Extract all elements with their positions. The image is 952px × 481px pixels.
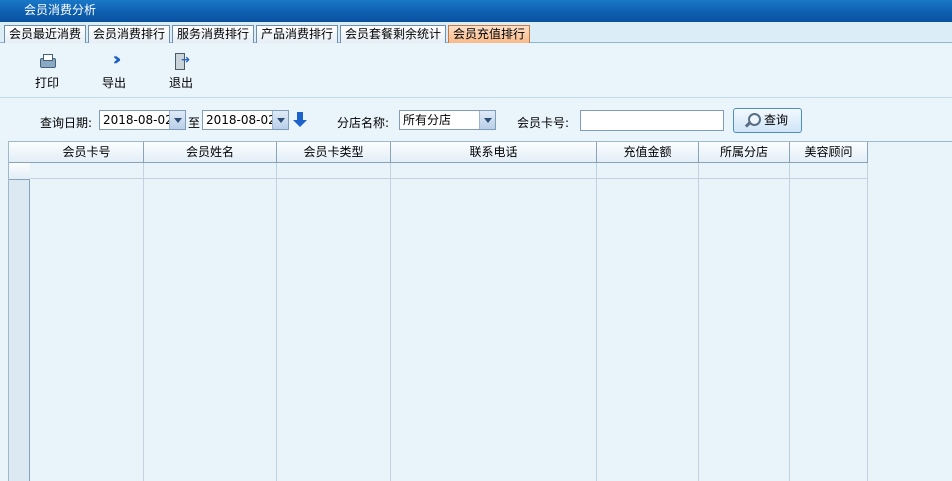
tab-product-ranking[interactable]: 产品消费排行 xyxy=(256,25,338,43)
card-number-input[interactable] xyxy=(580,110,724,131)
tab-consumption-ranking[interactable]: 会员消费排行 xyxy=(88,25,170,43)
header-store[interactable]: 所属分店 xyxy=(699,142,790,163)
search-button[interactable]: 查询 xyxy=(733,108,802,133)
table-row[interactable] xyxy=(30,163,868,179)
window-title: 会员消费分析 xyxy=(0,0,952,22)
search-label: 查询 xyxy=(764,113,789,127)
data-grid: 会员卡号 会员姓名 会员卡类型 联系电话 充值金额 所属分店 美容顾问 xyxy=(8,141,952,481)
header-consultant[interactable]: 美容顾问 xyxy=(790,142,868,163)
date-from-value: 2018-08-02 xyxy=(103,113,173,127)
header-member-name[interactable]: 会员姓名 xyxy=(144,142,277,163)
print-button[interactable]: 打印 xyxy=(25,50,69,94)
tab-recent-consumption[interactable]: 会员最近消费 xyxy=(4,25,86,43)
column-card-type xyxy=(277,142,391,481)
column-phone xyxy=(391,142,597,481)
exit-label: 退出 xyxy=(168,76,193,90)
corner-cell xyxy=(9,142,30,163)
export-label: 导出 xyxy=(101,76,126,90)
header-card-type[interactable]: 会员卡类型 xyxy=(277,142,391,163)
search-icon xyxy=(743,113,761,129)
column-store xyxy=(699,142,790,481)
store-value: 所有分店 xyxy=(403,113,452,127)
exit-button[interactable]: 退出 xyxy=(159,50,203,94)
header-card-number[interactable]: 会员卡号 xyxy=(30,142,144,163)
to-label: 至 xyxy=(188,116,201,130)
tab-service-ranking[interactable]: 服务消费排行 xyxy=(172,25,254,43)
row-header-cell[interactable] xyxy=(9,163,30,180)
tab-recharge-ranking[interactable]: 会员充值排行 xyxy=(448,25,530,43)
column-consultant xyxy=(790,142,868,481)
chevron-down-icon[interactable] xyxy=(272,111,288,129)
chevron-down-icon[interactable] xyxy=(479,111,495,129)
column-recharge-amount xyxy=(597,142,699,481)
toolbar: 打印 ›› 导出 退出 xyxy=(0,44,952,98)
row-header-column xyxy=(9,142,30,481)
filter-bar: 查询日期: 2018-08-02 至 2018-08-02 分店名称: 所有分店… xyxy=(0,99,952,141)
header-recharge-amount[interactable]: 充值金额 xyxy=(597,142,699,163)
print-label: 打印 xyxy=(34,76,59,90)
date-label: 查询日期: xyxy=(40,116,93,130)
export-button[interactable]: ›› 导出 xyxy=(92,50,136,94)
column-card-number xyxy=(30,142,144,481)
column-member-name xyxy=(144,142,277,481)
arrow-down-icon[interactable] xyxy=(293,112,307,128)
chevron-down-icon[interactable] xyxy=(169,111,185,129)
exit-door-icon xyxy=(172,52,190,70)
tab-strip: 会员最近消费 会员消费排行 服务消费排行 产品消费排行 会员套餐剩余统计 会员充… xyxy=(0,22,952,43)
printer-icon xyxy=(38,52,56,70)
card-label: 会员卡号: xyxy=(517,116,570,130)
tab-package-remaining[interactable]: 会员套餐剩余统计 xyxy=(340,25,446,43)
date-to-value: 2018-08-02 xyxy=(206,113,276,127)
store-select[interactable]: 所有分店 xyxy=(399,110,496,130)
header-phone[interactable]: 联系电话 xyxy=(391,142,597,163)
date-from-picker[interactable]: 2018-08-02 xyxy=(99,110,186,130)
double-chevron-right-icon: ›› xyxy=(112,49,122,70)
store-label: 分店名称: xyxy=(337,116,390,130)
date-to-picker[interactable]: 2018-08-02 xyxy=(202,110,289,130)
